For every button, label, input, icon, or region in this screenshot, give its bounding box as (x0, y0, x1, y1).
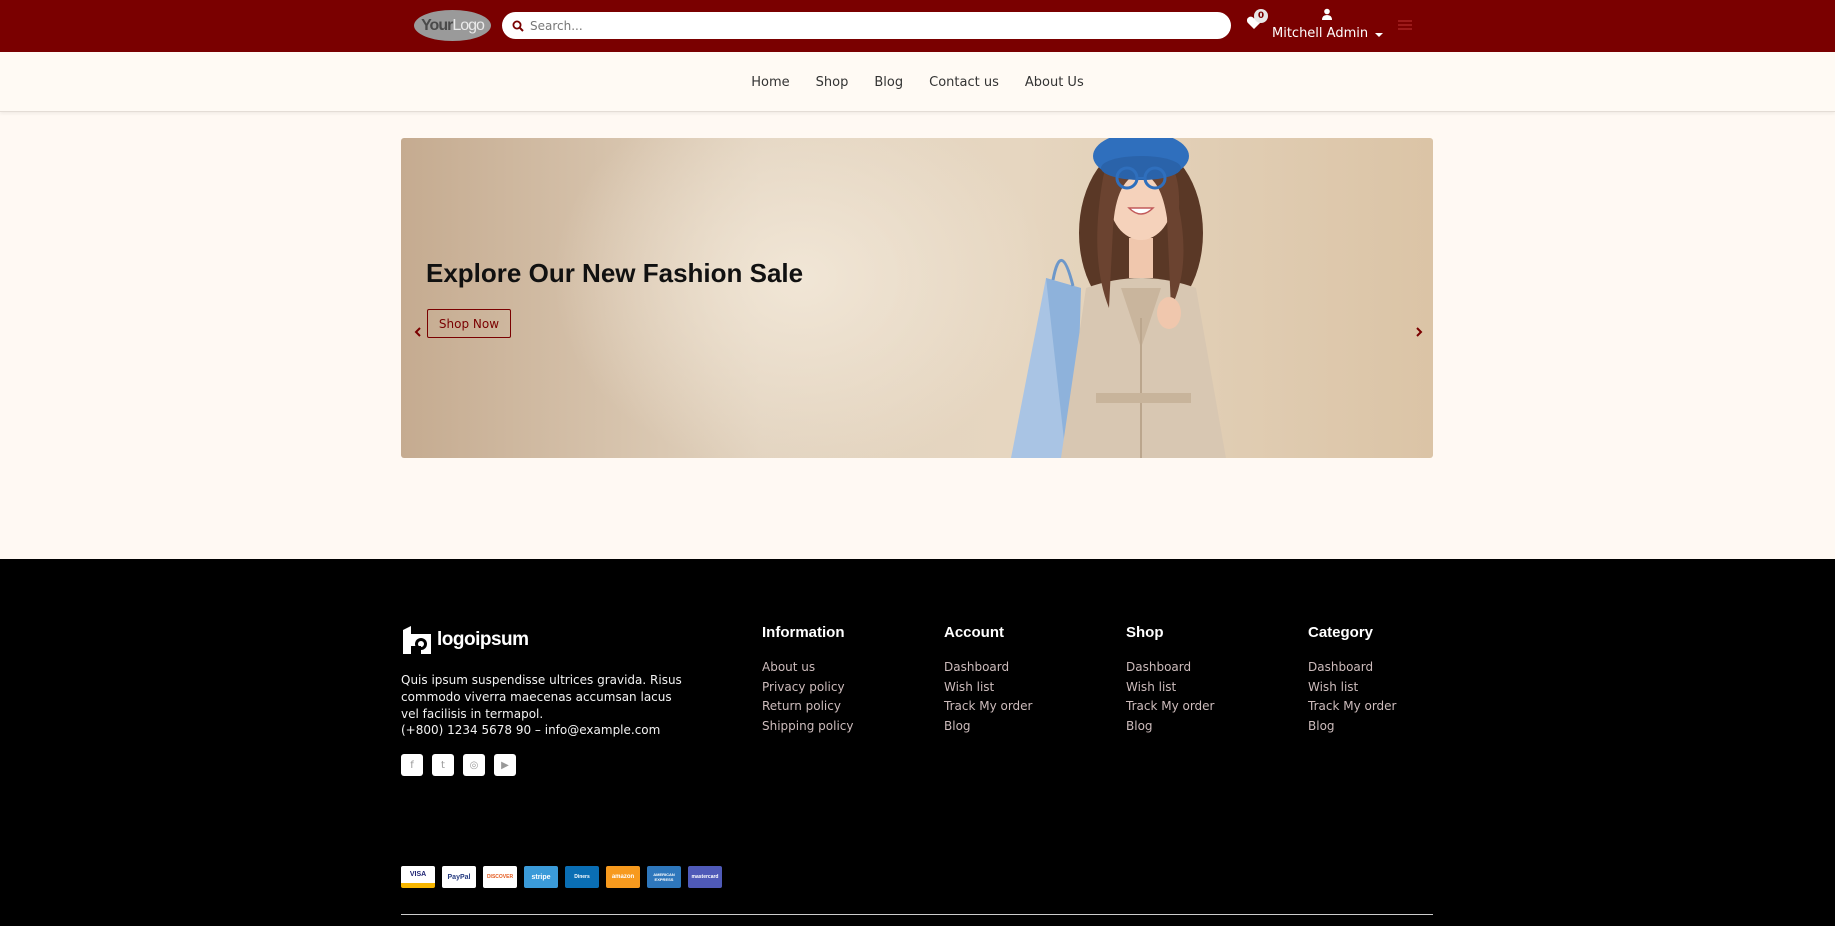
menu-toggle-icon[interactable] (1398, 20, 1412, 30)
footer-column-shop: Shop Dashboard Wish list Track My order … (1126, 624, 1214, 736)
footer-contact: (+800) 1234 5678 90 – info@example.com (401, 723, 661, 737)
user-name: Mitchell Admin (1272, 26, 1369, 41)
chevron-right-icon[interactable] (1414, 326, 1424, 338)
logo-text-light: Logo (452, 16, 485, 34)
footer-link-dashboard[interactable]: Dashboard (1126, 658, 1214, 678)
footer-link-return-policy[interactable]: Return policy (762, 697, 854, 717)
footer-column-title: Shop (1126, 624, 1164, 641)
chevron-left-icon[interactable] (413, 326, 423, 338)
nav-item-blog[interactable]: Blog (861, 75, 916, 90)
nav-item-about-us[interactable]: About Us (1012, 75, 1097, 90)
wishlist-button[interactable]: 0 (1245, 9, 1268, 34)
shop-now-button[interactable]: Shop Now (427, 309, 511, 338)
footer-link-track-order[interactable]: Track My order (1308, 697, 1396, 717)
site-footer: logoipsum Quis ipsum suspendisse ultrice… (0, 559, 1835, 926)
footer-link-wish-list[interactable]: Wish list (1126, 678, 1214, 698)
search-bar[interactable] (502, 12, 1231, 39)
logo-text-bold: Your (421, 16, 453, 34)
hero-title: Explore Our New Fashion Sale (426, 258, 804, 288)
footer-link-wish-list[interactable]: Wish list (944, 678, 1032, 698)
instagram-icon[interactable]: ◎ (463, 754, 485, 776)
footer-description: Quis ipsum suspendisse ultrices gravida.… (401, 673, 682, 721)
visa-card-icon: VISA (401, 866, 435, 888)
nav-item-contact-us[interactable]: Contact us (916, 75, 1012, 90)
diners-club-card-icon: Diners (565, 866, 599, 888)
stripe-card-icon: stripe (524, 866, 558, 888)
mastercard-card-icon: mastercard (688, 866, 722, 888)
footer-column-title: Category (1308, 624, 1374, 641)
footer-link-blog[interactable]: Blog (944, 717, 1032, 737)
user-menu[interactable]: Mitchell Admin (1272, 8, 1383, 44)
footer-link-shipping-policy[interactable]: Shipping policy (762, 717, 854, 737)
hero-carousel: Explore Our New Fashion Sale Shop Now (401, 138, 1433, 458)
nav-item-home[interactable]: Home (738, 75, 802, 90)
footer-link-dashboard[interactable]: Dashboard (1308, 658, 1396, 678)
payment-methods: VISA PayPal DISCOVER stripe Diners amazo… (401, 866, 722, 888)
user-icon (1322, 8, 1332, 20)
footer-link-blog[interactable]: Blog (1126, 717, 1214, 737)
facebook-icon[interactable]: f (401, 754, 423, 776)
amazon-card-icon: amazon (606, 866, 640, 888)
youtube-icon[interactable]: ▶ (494, 754, 516, 776)
footer-column-account: Account Dashboard Wish list Track My ord… (944, 624, 1032, 736)
chevron-down-icon (1375, 33, 1383, 37)
footer-link-privacy-policy[interactable]: Privacy policy (762, 678, 854, 698)
social-links: f t ◎ ▶ (401, 754, 516, 776)
footer-divider (401, 914, 1433, 915)
footer-link-dashboard[interactable]: Dashboard (944, 658, 1032, 678)
search-icon (512, 20, 524, 32)
footer-link-track-order[interactable]: Track My order (1126, 697, 1214, 717)
footer-link-blog[interactable]: Blog (1308, 717, 1396, 737)
footer-logo-text: logoipsum (437, 629, 529, 650)
footer-link-wish-list[interactable]: Wish list (1308, 678, 1396, 698)
footer-link-about-us[interactable]: About us (762, 658, 854, 678)
hero-background-glow (551, 138, 1051, 458)
footer-logo[interactable]: logoipsum (401, 624, 529, 656)
footer-column-information: Information About us Privacy policy Retu… (762, 624, 854, 736)
footer-link-track-order[interactable]: Track My order (944, 697, 1032, 717)
footer-column-title: Information (762, 624, 845, 641)
hero-model-image (1011, 138, 1226, 458)
footer-column-title: Account (944, 624, 1004, 641)
nav-item-shop[interactable]: Shop (803, 75, 862, 90)
twitter-icon[interactable]: t (432, 754, 454, 776)
discover-card-icon: DISCOVER (483, 866, 517, 888)
nav-links: Home Shop Blog Contact us About Us (0, 52, 1835, 112)
search-input[interactable] (530, 18, 1210, 33)
wishlist-count-badge: 0 (1254, 9, 1268, 23)
logoipsum-mark-icon (403, 626, 431, 654)
paypal-card-icon: PayPal (442, 866, 476, 888)
site-logo[interactable]: Your Logo (414, 10, 491, 41)
footer-column-category: Category Dashboard Wish list Track My or… (1308, 624, 1396, 736)
american-express-card-icon: AMERICAN EXPRESS (647, 866, 681, 888)
main-navigation: Home Shop Blog Contact us About Us (0, 52, 1835, 112)
top-header-bar: YourLogo 0 Mitchell Admin (0, 0, 1835, 52)
